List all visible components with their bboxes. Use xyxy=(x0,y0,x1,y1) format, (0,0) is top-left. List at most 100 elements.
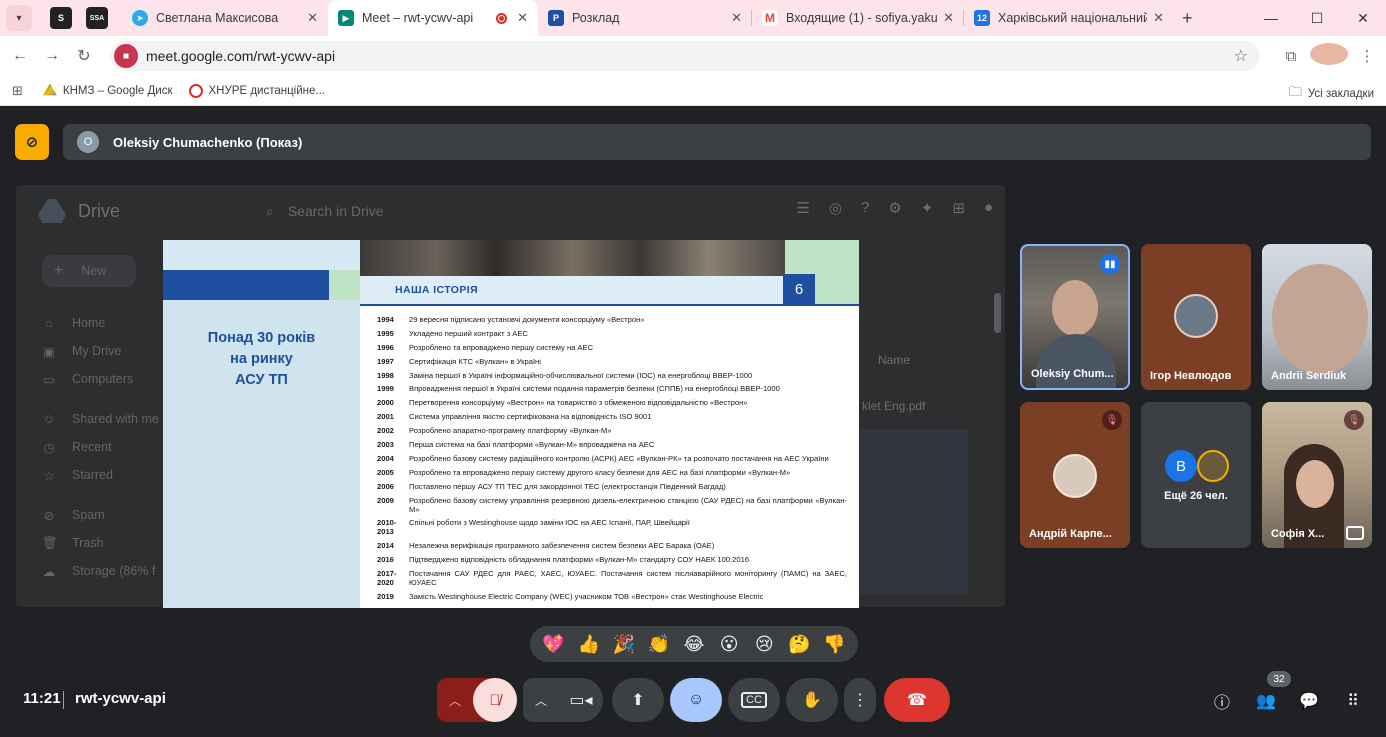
captions-button[interactable]: CC xyxy=(728,678,780,722)
timeline-row: 1998 Заміна першої в Україні інформаційно… xyxy=(377,371,847,380)
nav-label: Shared with me xyxy=(72,412,159,426)
video-options-chevron-up-icon[interactable]: ︿ xyxy=(523,692,559,709)
close-tab-icon[interactable]: ✕ xyxy=(943,10,954,26)
omnibox[interactable]: ■ meet.google.com/rwt-ycwv-api ☆ xyxy=(110,41,1260,71)
all-bookmarks-label: Усі закладки xyxy=(1307,88,1374,100)
more-options-button[interactable]: ⋮ xyxy=(844,678,876,722)
participant-tile-andrii-s[interactable]: Andrii Serdiuk xyxy=(1262,244,1372,390)
new-tab-button[interactable]: + xyxy=(1182,8,1193,29)
participant-tile-igor[interactable]: Ігор Невлюдов xyxy=(1141,244,1251,390)
participant-tile-sofia[interactable]: 🎙 Софія Х... xyxy=(1262,402,1372,548)
back-icon[interactable]: ← xyxy=(4,47,36,65)
leave-call-button[interactable]: ☎ xyxy=(884,678,950,722)
window-controls: — ☐ ✕ xyxy=(1248,0,1386,36)
bookmark-nure[interactable]: ХНУРЕ дистанційне... xyxy=(188,83,325,98)
timeline-text: Перетворення консорціуму «Вестрон» на то… xyxy=(409,398,748,408)
chat-icon[interactable]: 💬 xyxy=(1296,688,1322,714)
tab-university[interactable]: 12 Харківський національний ун ✕ xyxy=(964,0,1174,36)
timeline-row: 2003 Перша система на базі платформи «Вул… xyxy=(377,440,847,449)
profile-avatar[interactable] xyxy=(1310,43,1348,69)
extensions-icon[interactable]: ⧉ xyxy=(1272,48,1310,65)
slide-divider xyxy=(360,304,859,306)
nure-icon xyxy=(188,83,203,98)
drive-nav-home: ⌂ Home xyxy=(42,309,159,337)
all-bookmarks[interactable]: 🗀 Усі закладки xyxy=(1289,83,1374,105)
folder-icon: 🗀 xyxy=(1288,84,1302,99)
menu-icon[interactable]: ⋮ xyxy=(1348,47,1386,65)
timeline-text: Розроблено базову систему управління рез… xyxy=(409,495,847,514)
close-tab-icon[interactable]: ✕ xyxy=(517,10,528,26)
reload-icon[interactable]: ↻ xyxy=(68,46,100,66)
timeline-year: 2016 xyxy=(377,555,394,565)
tab-title: Входящие (1) - sofiya.yakubov xyxy=(786,11,938,25)
reaction-sad-icon[interactable]: 😢 xyxy=(749,634,779,655)
pinned-tab-ssa[interactable]: SSA xyxy=(86,7,108,29)
muted-mic-icon: 🎙 xyxy=(1102,410,1122,430)
maximize-icon[interactable]: ☐ xyxy=(1294,0,1340,36)
participant-tile-andrii-k[interactable]: 🎙 Андрій Карпе... xyxy=(1020,402,1130,548)
tab-gmail[interactable]: M Входящие (1) - sofiya.yakubov ✕ xyxy=(752,0,964,36)
drive-nav-mydrive: ▣ My Drive xyxy=(42,337,159,365)
offline-icon: ◎ xyxy=(828,200,842,217)
raise-hand-button[interactable]: ✋ xyxy=(786,678,838,722)
timeline-row: 2016 Підтверджено відповідність обладнанн… xyxy=(377,555,847,564)
nav-label: Storage (86% f xyxy=(72,564,156,578)
reaction-thumbs-down-icon[interactable]: 👎 xyxy=(819,634,849,655)
minimize-icon[interactable]: — xyxy=(1248,0,1294,36)
plus-icon: + xyxy=(54,262,64,279)
muted-mic-icon: 🎙 xyxy=(1344,410,1364,430)
send-reaction-button[interactable]: ☺ xyxy=(670,678,722,722)
participant-tile-more[interactable]: B Ещё 26 чел. xyxy=(1141,402,1251,548)
spam-icon: ⊘ xyxy=(43,508,55,523)
drive-icon xyxy=(42,83,57,96)
meeting-details-info-icon[interactable]: ⓘ xyxy=(1209,688,1235,714)
activities-grid-icon[interactable]: ⠿ xyxy=(1340,688,1366,714)
tab-search-button[interactable]: ▾ xyxy=(6,5,32,31)
tab-telegram[interactable]: ➤ Светлана Максисова ✕ xyxy=(122,0,328,36)
reaction-surprised-icon[interactable]: 😮 xyxy=(714,634,744,655)
reaction-heart-icon[interactable]: 💖 xyxy=(539,634,569,655)
nav-label: Trash xyxy=(72,536,104,550)
timeline-text: Незалежна верифікація програмного забезп… xyxy=(409,541,715,551)
reaction-laugh-icon[interactable]: 😂 xyxy=(679,634,709,655)
participant-count-badge: 32 xyxy=(1267,671,1291,687)
timeline-text: Спільні роботи з Westinghouse щодо замін… xyxy=(409,518,690,528)
reaction-party-icon[interactable]: 🎉 xyxy=(609,634,639,655)
camera-button[interactable]: ▭◂ xyxy=(559,678,603,722)
computer-icon: ▭ xyxy=(43,372,55,387)
hang-up-icon: ☎ xyxy=(907,692,927,709)
pinned-tab-s[interactable]: S xyxy=(50,7,72,29)
audio-options-chevron-up-icon[interactable]: ︿ xyxy=(437,692,473,709)
participant-video xyxy=(1052,280,1098,336)
tab-title: Meet – rwt-ycwv-api xyxy=(362,11,474,25)
present-icon: ⬆ xyxy=(631,692,645,709)
timeline-row: 2014 Незалежна верифікація програмного за… xyxy=(377,541,847,550)
mic-off-button[interactable]: 🎙̸ xyxy=(473,678,517,722)
reaction-thumbs-up-icon[interactable]: 👍 xyxy=(574,634,604,655)
participant-tile-oleksiy[interactable]: ▮▮ Oleksiy Chum... xyxy=(1020,244,1130,390)
bookmark-star-icon[interactable]: ☆ xyxy=(1234,46,1248,66)
tab-schedule[interactable]: Р Розклад ✕ xyxy=(538,0,752,36)
drive-column-name: Name xyxy=(878,353,911,367)
reaction-thinking-icon[interactable]: 🤔 xyxy=(784,634,814,655)
bookmark-knmz[interactable]: КНМЗ – Google Диск xyxy=(42,83,173,98)
picture-in-picture-icon[interactable] xyxy=(1346,526,1364,540)
url-text: meet.google.com/rwt-ycwv-api xyxy=(146,48,336,64)
close-window-icon[interactable]: ✕ xyxy=(1340,0,1386,36)
camera-off-indicator-icon[interactable]: ⊘ xyxy=(15,124,49,160)
timeline-row: 2010-2013 Спільні роботи з Westinghouse щ… xyxy=(377,518,847,536)
apps-grid-icon[interactable]: ⊞ xyxy=(12,83,23,99)
home-icon: ⌂ xyxy=(45,316,53,330)
drive-header: Drive ⌕ Search in Drive ☰ ◎ ? ⚙ ✦ ⊞ ● xyxy=(16,185,1005,237)
timeline-row: 1996 Розроблено та впроваджено першу сист… xyxy=(377,343,847,352)
forward-icon[interactable]: → xyxy=(36,47,68,65)
close-tab-icon[interactable]: ✕ xyxy=(731,10,742,26)
reaction-clap-icon[interactable]: 👏 xyxy=(644,634,674,655)
present-screen-button[interactable]: ⬆ xyxy=(612,678,664,722)
people-icon[interactable]: 👥 xyxy=(1253,688,1279,714)
tab-meet[interactable]: ▶ Meet – rwt-ycwv-api ✕ xyxy=(328,0,538,36)
timeline-year: 2009 xyxy=(377,495,394,505)
timeline-year: 2010-2013 xyxy=(377,518,397,537)
close-tab-icon[interactable]: ✕ xyxy=(307,10,318,26)
close-tab-icon[interactable]: ✕ xyxy=(1153,10,1164,26)
